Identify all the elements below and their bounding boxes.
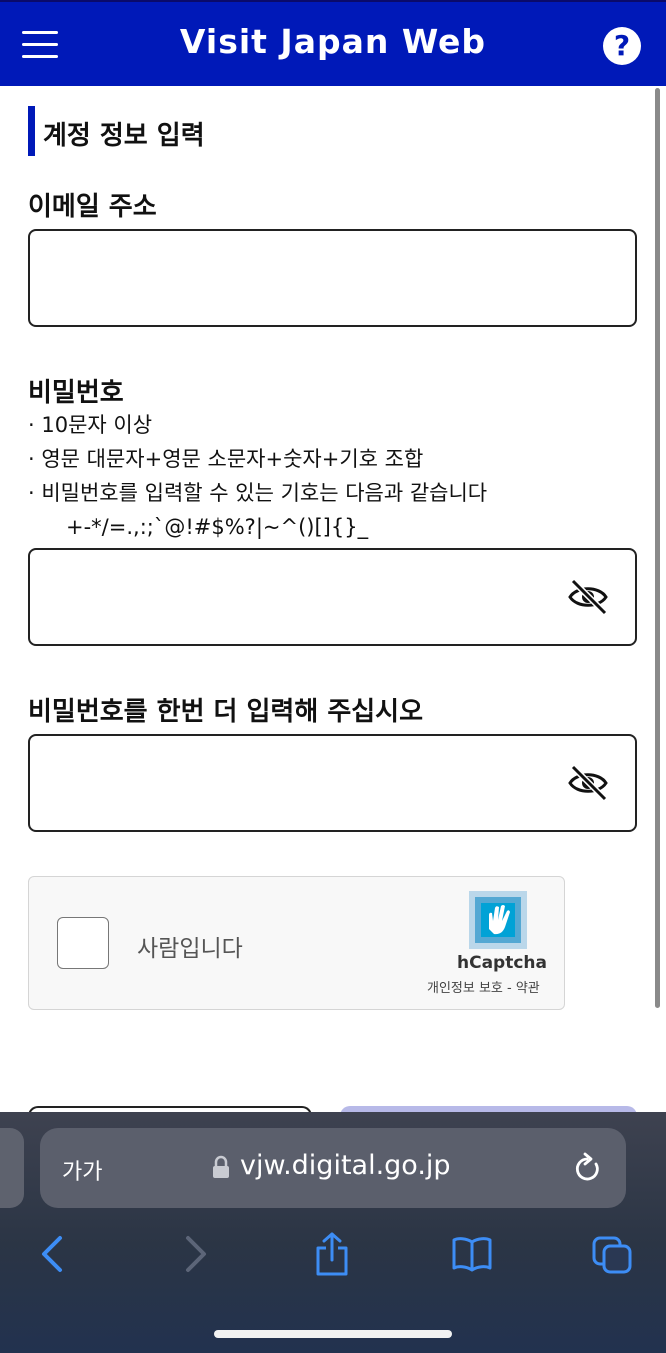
lock-icon — [213, 1155, 229, 1178]
password-confirm-field[interactable] — [28, 734, 637, 832]
bookmarks-icon[interactable] — [452, 1232, 492, 1276]
hcaptcha-widget: 사람입니다 hCaptcha 개인정보 보호 - 약관 — [28, 876, 565, 1010]
password-confirm-label: 비밀번호를 한번 더 입력해 주십시오 — [28, 697, 424, 727]
help-icon[interactable]: ? — [603, 27, 641, 65]
url-text: vjw.digital.go.jp — [240, 1150, 451, 1181]
previous-tab-peek[interactable] — [0, 1128, 24, 1208]
captcha-privacy-terms-link[interactable]: 개인정보 보호 - 약관 — [427, 977, 540, 996]
password-field[interactable] — [28, 548, 637, 646]
password-label: 비밀번호 — [28, 378, 124, 408]
captcha-brand: hCaptcha — [457, 953, 547, 973]
eye-slash-icon[interactable] — [567, 764, 609, 802]
captcha-checkbox[interactable] — [57, 917, 109, 969]
password-rule: · 영문 대문자+영문 소문자+숫자+기호 조합 — [28, 447, 424, 471]
forward-arrow-icon[interactable] — [176, 1232, 216, 1276]
email-label: 이메일 주소 — [28, 192, 157, 222]
back-arrow-icon[interactable] — [32, 1232, 72, 1276]
browser-chrome: 가가 vjw.digital.go.jp — [0, 1112, 666, 1353]
section-title: 계정 정보 입력 — [43, 121, 205, 151]
tabs-icon[interactable] — [592, 1232, 632, 1276]
home-indicator — [214, 1330, 452, 1338]
app-header: Visit Japan Web ? — [0, 0, 666, 86]
password-rule: · 10문자 이상 — [28, 413, 153, 437]
hcaptcha-logo-icon — [469, 891, 527, 949]
password-rules: · 10문자 이상 · 영문 대문자+영문 소문자+숫자+기호 조합 · 비밀번… — [28, 408, 487, 544]
scrollbar[interactable] — [655, 88, 660, 1008]
reload-icon[interactable] — [572, 1152, 602, 1184]
section-accent-bar — [28, 106, 35, 156]
password-rule: · 비밀번호를 입력할 수 있는 기호는 다음과 같습니다 — [28, 481, 488, 505]
eye-slash-icon[interactable] — [567, 578, 609, 616]
email-field[interactable] — [28, 229, 637, 327]
app-title: Visit Japan Web — [179, 22, 487, 61]
captcha-label: 사람입니다 — [137, 936, 243, 962]
share-icon[interactable] — [312, 1232, 352, 1276]
text-size-button[interactable]: 가가 — [62, 1154, 102, 1186]
password-allowed-symbols: +-*/=.,:;`@!#$%?|~^()[]{}_ — [66, 515, 369, 539]
address-bar[interactable]: 가가 vjw.digital.go.jp — [40, 1128, 626, 1208]
